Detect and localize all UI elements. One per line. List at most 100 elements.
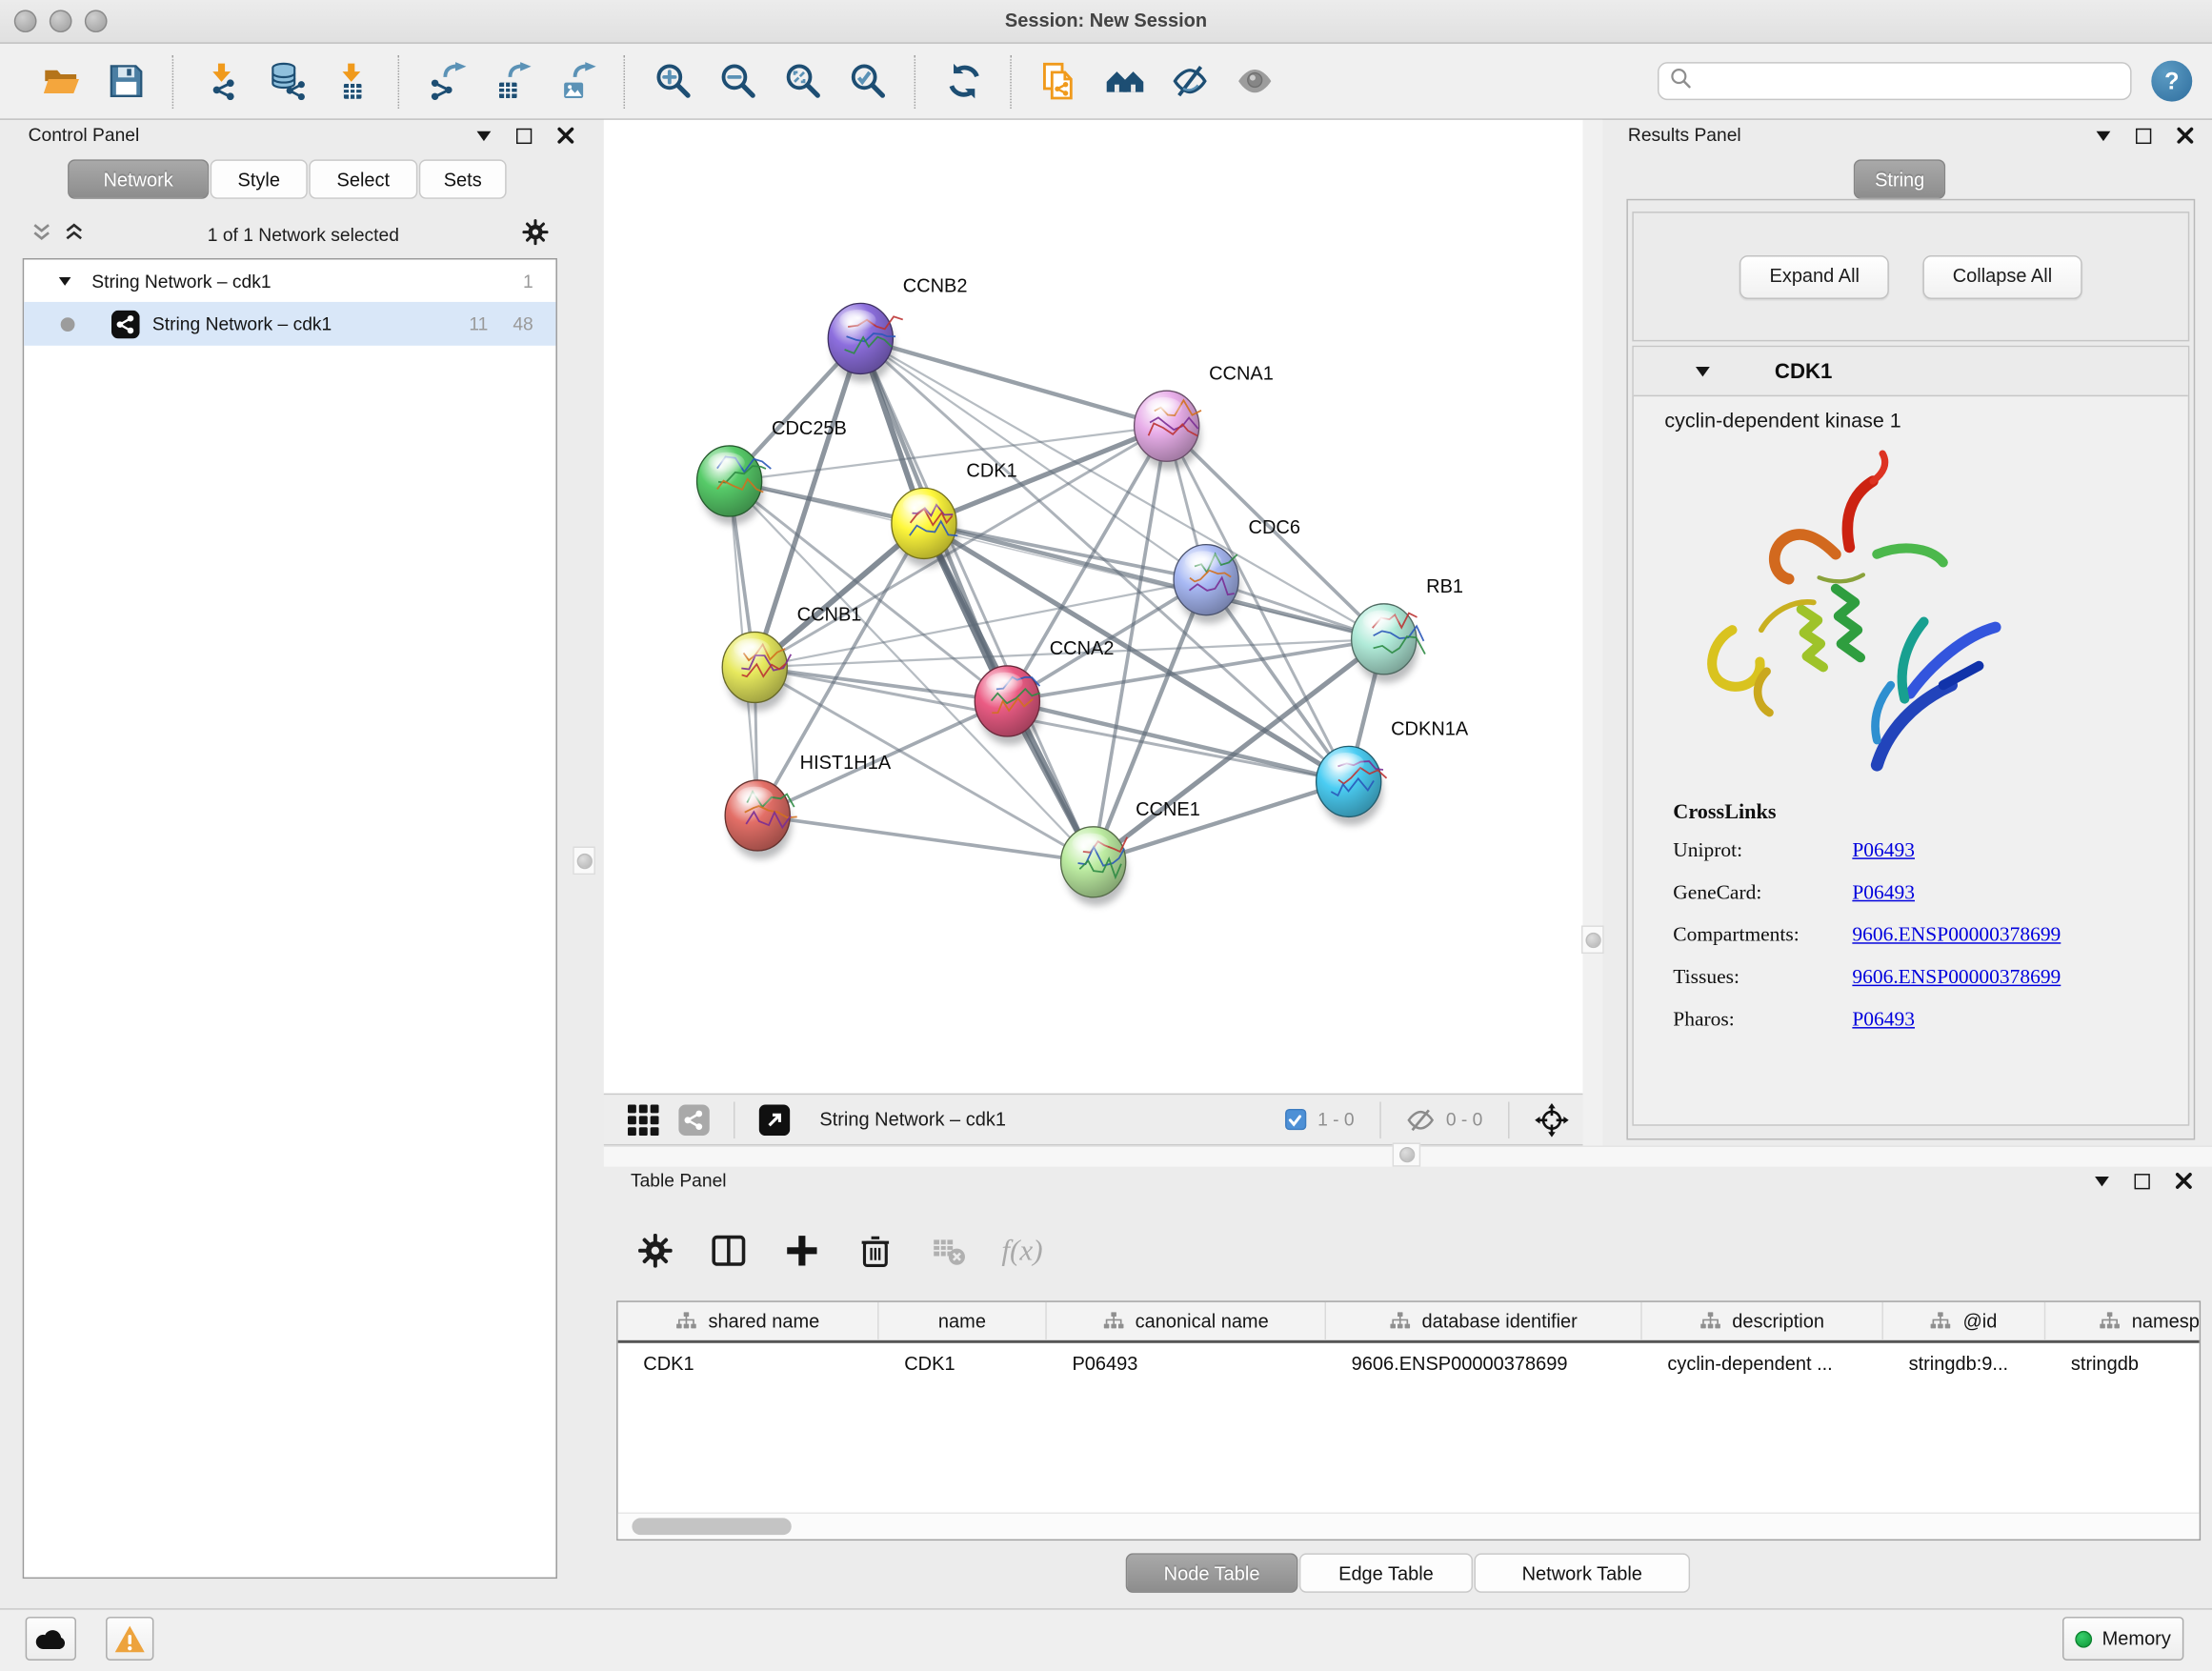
table-settings-gear-icon[interactable] xyxy=(634,1230,674,1269)
import-database-button[interactable] xyxy=(254,50,319,112)
column-header-canonical-name[interactable]: canonical name xyxy=(1047,1302,1326,1340)
column-header-shared-name[interactable]: shared name xyxy=(618,1302,879,1340)
table-panel-float-button[interactable] xyxy=(2135,1173,2150,1188)
table-panel-close-button[interactable] xyxy=(2175,1173,2192,1190)
delete-table-icon xyxy=(928,1230,967,1269)
node-RB1[interactable]: RB1 xyxy=(1352,576,1463,683)
gene-section-header[interactable]: CDK1 xyxy=(1634,347,2188,396)
splitter-handle-right[interactable] xyxy=(1581,925,1604,954)
birdseye-view-button xyxy=(759,1104,791,1136)
grid-view-icon[interactable] xyxy=(625,1101,662,1138)
refresh-button[interactable] xyxy=(931,50,995,112)
hide-selected-button[interactable] xyxy=(1156,50,1221,112)
splitter-handle-bottom[interactable] xyxy=(1393,1142,1421,1166)
open-session-button[interactable] xyxy=(29,50,93,112)
crosslink-link[interactable]: 9606.ENSP00000378699 xyxy=(1852,966,2061,990)
scrollbar-thumb[interactable] xyxy=(632,1518,791,1535)
birdseye-view-button[interactable] xyxy=(756,1101,794,1138)
network-options-gear-icon[interactable] xyxy=(522,218,549,252)
zoom-selected-button[interactable] xyxy=(835,50,900,112)
table-panel-menu-icon[interactable] xyxy=(2095,1176,2109,1185)
copy-style-button[interactable] xyxy=(1027,50,1092,112)
column-header-@id[interactable]: @id xyxy=(1883,1302,2045,1340)
control-panel-close-button[interactable] xyxy=(557,127,574,144)
edge-CCNB2-RB1[interactable] xyxy=(860,338,1383,638)
homes-button[interactable] xyxy=(1092,50,1156,112)
zoom-out-button[interactable] xyxy=(705,50,770,112)
edge-HIST1H1A-CCNE1[interactable] xyxy=(757,815,1093,862)
collapse-all-networks-icon[interactable] xyxy=(31,221,52,250)
memory-button[interactable]: Memory xyxy=(2062,1617,2183,1661)
show-all-button[interactable] xyxy=(1221,50,1286,112)
crosslink-link[interactable]: P06493 xyxy=(1852,839,1915,863)
node-CDKN1A[interactable]: CDKN1A xyxy=(1317,719,1469,826)
column-label: shared name xyxy=(709,1311,820,1332)
column-header-namespace[interactable]: namespace xyxy=(2045,1302,2201,1340)
node-CDC25B[interactable]: CDC25B xyxy=(697,418,847,525)
tab-node-table[interactable]: Node Table xyxy=(1126,1553,1298,1592)
zoom-selected-icon xyxy=(849,62,887,100)
cloud-services-button[interactable] xyxy=(26,1617,76,1661)
help-button[interactable]: ? xyxy=(2151,61,2192,102)
node-HIST1H1A[interactable]: HIST1H1A xyxy=(725,753,892,859)
node-CCNB1[interactable]: CCNB1 xyxy=(722,605,861,712)
edge-CCNB2-CCNA1[interactable] xyxy=(860,338,1166,426)
delete-column-icon[interactable] xyxy=(855,1230,894,1269)
save-session-button[interactable] xyxy=(93,50,158,112)
network-type-icon xyxy=(111,310,140,338)
add-column-icon[interactable] xyxy=(781,1230,820,1269)
canvas-results-splitter[interactable] xyxy=(1583,120,1603,1146)
search-box[interactable] xyxy=(1658,62,2132,100)
zoom-fit-button[interactable] xyxy=(771,50,835,112)
expand-all-networks-icon[interactable] xyxy=(64,221,85,250)
results-panel-float-button[interactable] xyxy=(2136,128,2151,143)
fit-selected-crosshair-icon[interactable] xyxy=(1535,1102,1569,1137)
collapse-all-button[interactable]: Collapse All xyxy=(1923,254,2082,298)
tab-sets[interactable]: Sets xyxy=(419,159,507,198)
hidden-node-edge-count: 0 - 0 xyxy=(1446,1109,1483,1130)
selected-checkbox[interactable] xyxy=(1285,1109,1306,1130)
grid-view-icon xyxy=(628,1104,659,1136)
network-canvas[interactable]: CCNB2CCNA1CDC25BCDK1CDC6RB1CCNB1CCNA2CDK… xyxy=(604,120,1583,1094)
crosslink-link[interactable]: P06493 xyxy=(1852,1009,1915,1033)
tab-network[interactable]: Network xyxy=(68,159,209,198)
export-image-button[interactable] xyxy=(545,50,610,112)
results-panel-menu-icon[interactable] xyxy=(2097,131,2111,140)
control-panel-menu-icon[interactable] xyxy=(477,131,492,140)
edge-CDKN1A-CCNE1[interactable] xyxy=(1094,781,1349,861)
collection-collapse-icon[interactable] xyxy=(59,276,71,285)
tab-network-table[interactable]: Network Table xyxy=(1474,1553,1690,1592)
edge-CCNB2-CCNE1[interactable] xyxy=(860,338,1093,861)
edge-CCNA2-CDKN1A[interactable] xyxy=(1007,701,1348,781)
search-input[interactable] xyxy=(1692,70,2131,91)
splitter-handle-left[interactable] xyxy=(573,847,595,876)
node-CCNA1[interactable]: CCNA1 xyxy=(1135,363,1274,470)
column-header-description[interactable]: description xyxy=(1642,1302,1883,1340)
tab-select[interactable]: Select xyxy=(309,159,417,198)
show-columns-icon[interactable] xyxy=(708,1230,747,1269)
network-overview-icon[interactable] xyxy=(675,1101,713,1138)
expand-all-button[interactable]: Expand All xyxy=(1739,254,1889,298)
tab-edge-table[interactable]: Edge Table xyxy=(1299,1553,1473,1592)
network-collection-row[interactable]: String Network – cdk1 1 xyxy=(24,259,555,301)
results-panel-close-button[interactable] xyxy=(2177,127,2194,144)
export-network-button[interactable] xyxy=(414,50,479,112)
gene-collapse-icon[interactable] xyxy=(1696,366,1710,375)
network-row[interactable]: String Network – cdk1 11 48 xyxy=(24,302,555,346)
table-horizontal-scrollbar[interactable] xyxy=(618,1512,2200,1539)
node-CCNB2[interactable]: CCNB2 xyxy=(828,276,967,383)
zoom-in-button[interactable] xyxy=(640,50,705,112)
crosslink-link[interactable]: 9606.ENSP00000378699 xyxy=(1852,924,2061,948)
warnings-button[interactable] xyxy=(106,1617,153,1661)
crosslink-link[interactable]: P06493 xyxy=(1852,882,1915,906)
tab-style[interactable]: Style xyxy=(211,159,308,198)
column-header-database-identifier[interactable]: database identifier xyxy=(1326,1302,1642,1340)
tab-string[interactable]: String xyxy=(1854,159,1946,198)
export-table-button[interactable] xyxy=(479,50,544,112)
import-network-button[interactable] xyxy=(189,50,253,112)
column-header-name[interactable]: name xyxy=(879,1302,1047,1340)
control-panel-float-button[interactable] xyxy=(516,128,532,143)
table-row[interactable]: CDK1CDK1P064939606.ENSP00000378699cyclin… xyxy=(618,1343,2200,1382)
add-column-icon xyxy=(784,1233,819,1268)
import-table-button[interactable] xyxy=(319,50,384,112)
